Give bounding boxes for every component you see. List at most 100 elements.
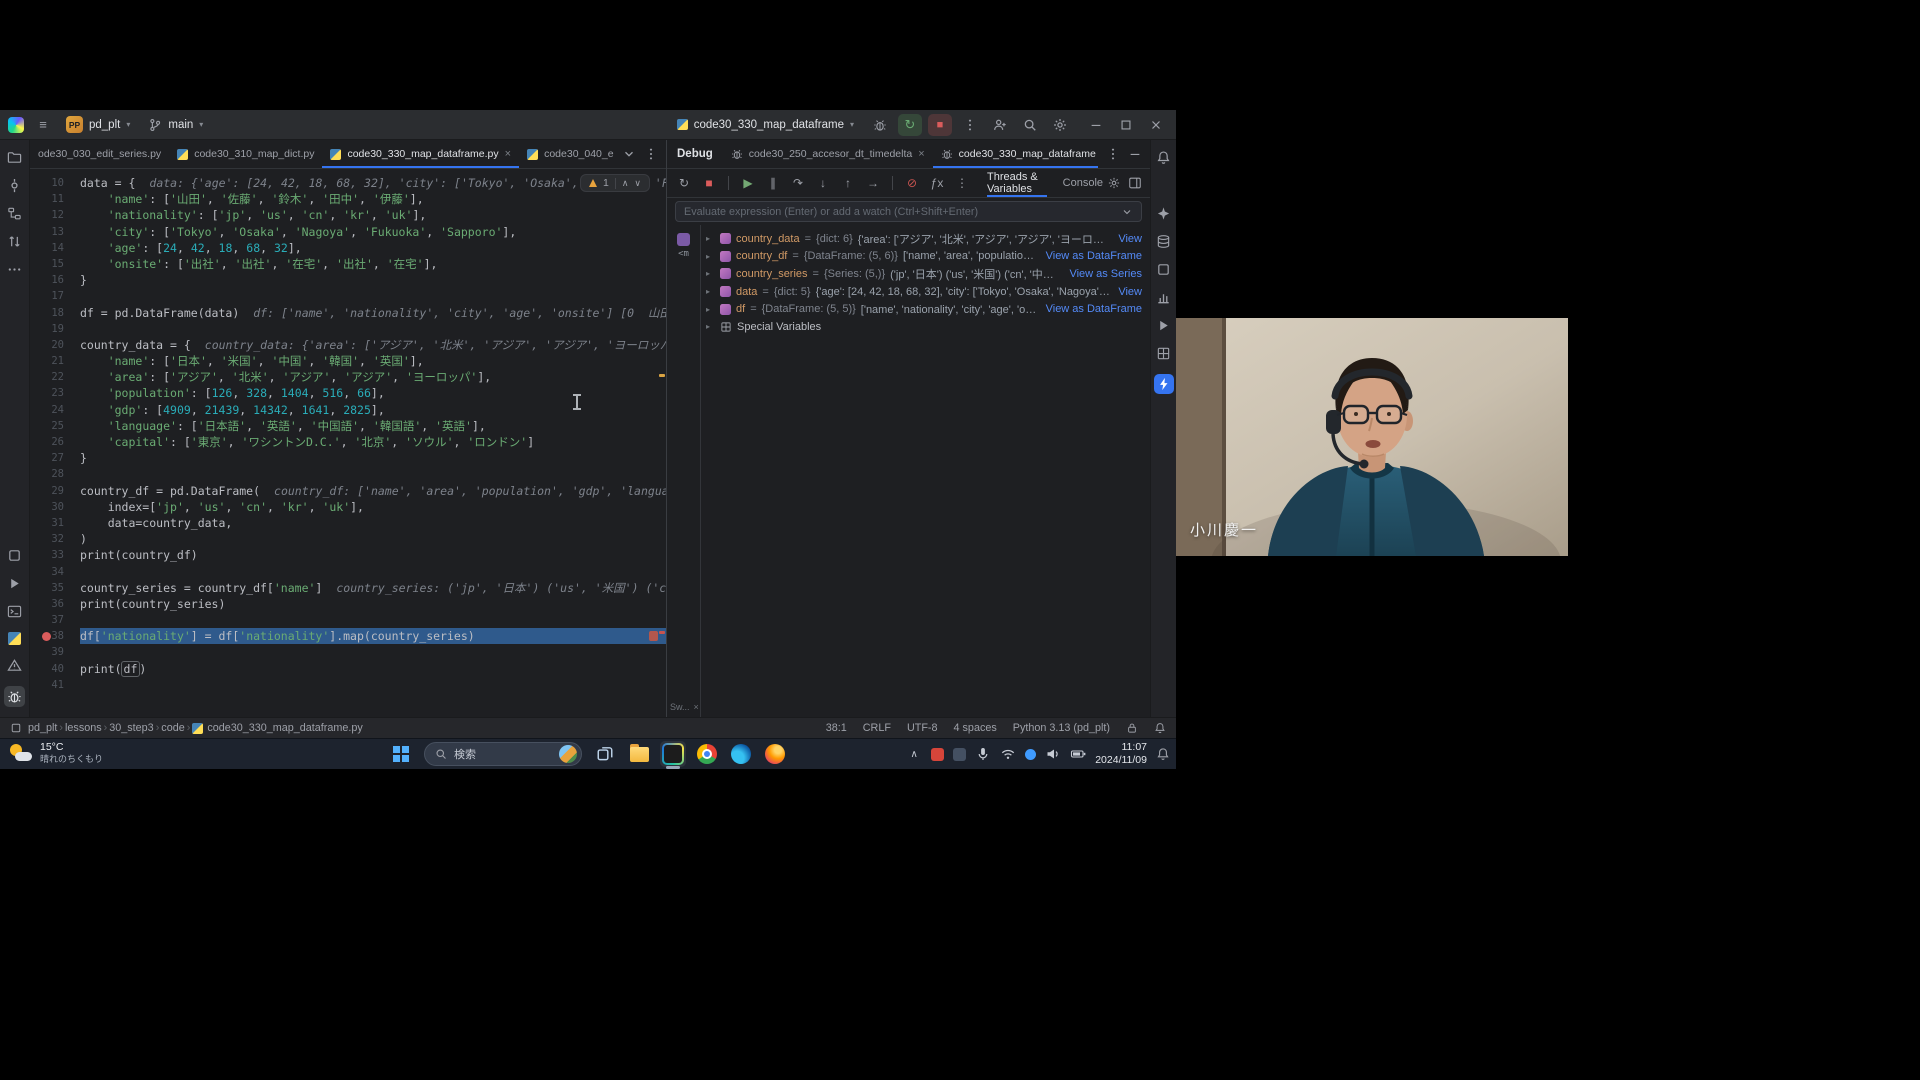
task-view-icon[interactable] bbox=[592, 741, 618, 767]
code-line[interactable]: 39 bbox=[30, 644, 666, 660]
debug-icon[interactable] bbox=[868, 114, 892, 136]
code-line[interactable]: 40print(df) bbox=[30, 661, 666, 677]
line-number[interactable]: 10 bbox=[30, 175, 80, 191]
microphone-icon[interactable] bbox=[975, 746, 991, 762]
status-segment[interactable]: Python 3.13 (pd_plt) bbox=[1013, 722, 1110, 734]
status-segment[interactable]: 4 spaces bbox=[954, 722, 997, 734]
line-number[interactable]: 18 bbox=[30, 305, 80, 321]
breadcrumb-item[interactable]: code30_330_map_dataframe.py bbox=[207, 722, 362, 734]
line-number[interactable]: 37 bbox=[30, 612, 80, 628]
resume-icon[interactable]: ▶ bbox=[739, 174, 757, 192]
editor-tab[interactable]: code30_040_edit_partly.py× bbox=[519, 140, 614, 168]
file-explorer-icon[interactable] bbox=[626, 741, 652, 767]
line-number[interactable]: 21 bbox=[30, 353, 80, 369]
expand-chevron-icon[interactable]: ▸ bbox=[706, 322, 715, 331]
notifications-icon[interactable] bbox=[1156, 150, 1171, 165]
structure-icon[interactable] bbox=[7, 206, 22, 221]
code-line[interactable]: 15 'onsite': ['出社', '出社', '在宅', '出社', '在… bbox=[30, 256, 666, 272]
code-line[interactable]: 33print(country_df) bbox=[30, 547, 666, 563]
breakpoint-dot[interactable] bbox=[42, 632, 51, 641]
battery-icon[interactable] bbox=[1070, 746, 1086, 762]
next-problem-icon[interactable]: ∨ bbox=[634, 178, 641, 189]
services-icon[interactable] bbox=[7, 548, 22, 563]
pycharm-icon[interactable] bbox=[660, 741, 686, 767]
variable-row[interactable]: ▸country_df = {DataFrame: (5, 6)} ['name… bbox=[701, 248, 1150, 266]
editor-tab[interactable]: code30_330_map_dataframe.py× bbox=[322, 140, 519, 168]
chrome-icon[interactable] bbox=[694, 741, 720, 767]
view-link[interactable]: View as DataFrame bbox=[1046, 250, 1142, 262]
code-line[interactable]: 32) bbox=[30, 531, 666, 547]
code-line[interactable]: 34 bbox=[30, 564, 666, 580]
code-line[interactable]: 17 bbox=[30, 288, 666, 304]
close-icon[interactable]: × bbox=[694, 702, 699, 712]
inspection-widget[interactable]: 1 ∧ ∨ bbox=[580, 174, 650, 192]
project-selector[interactable]: PP pd_plt ▾ bbox=[62, 114, 134, 135]
code-line[interactable]: 21 'name': ['日本', '米国', '中国', '韓国', '英国'… bbox=[30, 353, 666, 369]
code-line[interactable]: 16} bbox=[30, 272, 666, 288]
code-line[interactable]: 22 'area': ['アジア', '北米', 'アジア', 'アジア', '… bbox=[30, 369, 666, 385]
view-link[interactable]: View bbox=[1118, 233, 1142, 245]
code-line[interactable]: 10data = {data: {'age': [24, 42, 18, 68,… bbox=[30, 175, 666, 191]
line-number[interactable]: 11 bbox=[30, 191, 80, 207]
code-line[interactable]: 11 'name': ['山田', '佐藤', '鈴木', '田中', '伊藤'… bbox=[30, 191, 666, 207]
main-menu-icon[interactable]: ≡ bbox=[34, 116, 52, 134]
code-line[interactable]: 31 data=country_data, bbox=[30, 515, 666, 531]
frames-strip[interactable]: <m bbox=[667, 225, 701, 717]
line-number[interactable]: 23 bbox=[30, 385, 80, 401]
step-out-icon[interactable]: ↑ bbox=[839, 174, 857, 192]
line-number[interactable]: 16 bbox=[30, 272, 80, 288]
editor-scrollbar[interactable] bbox=[658, 169, 666, 717]
evaluate-expression-icon[interactable]: ƒx bbox=[928, 174, 946, 192]
popup-fragment[interactable]: Sw... × bbox=[670, 702, 699, 712]
tray-app-red-icon[interactable] bbox=[931, 748, 944, 761]
line-number[interactable]: 12 bbox=[30, 207, 80, 223]
code-line[interactable]: 27} bbox=[30, 450, 666, 466]
sciview-icon[interactable] bbox=[1156, 290, 1171, 305]
expand-chevron-icon[interactable]: ▸ bbox=[706, 234, 715, 243]
code-line[interactable]: 35country_series = country_df['name']cou… bbox=[30, 580, 666, 596]
line-number[interactable]: 41 bbox=[30, 677, 80, 693]
code-line[interactable]: 38df['nationality'] = df['nationality'].… bbox=[30, 628, 666, 644]
line-number[interactable]: 30 bbox=[30, 499, 80, 515]
tray-app-blue-icon[interactable] bbox=[1025, 749, 1036, 760]
debug-view-tab[interactable]: Threads & Variables bbox=[987, 169, 1047, 197]
code-line[interactable]: 19 bbox=[30, 321, 666, 337]
project-widget-icon[interactable] bbox=[10, 722, 22, 734]
breadcrumb-item[interactable]: code bbox=[161, 722, 184, 734]
line-number[interactable]: 27 bbox=[30, 450, 80, 466]
hide-panel-icon[interactable] bbox=[1128, 147, 1142, 161]
run-to-cursor-icon[interactable]: → bbox=[864, 174, 882, 192]
terminal-icon[interactable] bbox=[7, 604, 22, 619]
rerun-icon[interactable]: ↻ bbox=[898, 114, 922, 136]
step-over-icon[interactable]: ↷ bbox=[789, 174, 807, 192]
close-tab-icon[interactable]: × bbox=[918, 148, 924, 160]
code-line[interactable]: 14 'age': [24, 42, 18, 68, 32], bbox=[30, 240, 666, 256]
run-config-selector[interactable]: code30_330_map_dataframe ▾ bbox=[673, 117, 858, 133]
code-line[interactable]: 12 'nationality': ['jp', 'us', 'cn', 'kr… bbox=[30, 207, 666, 223]
code-line[interactable]: 24 'gdp': [4909, 21439, 14342, 1641, 282… bbox=[30, 402, 666, 418]
start-button[interactable] bbox=[388, 741, 414, 767]
stop-icon[interactable]: ■ bbox=[700, 174, 718, 192]
line-number[interactable]: 32 bbox=[30, 531, 80, 547]
line-number[interactable]: 36 bbox=[30, 596, 80, 612]
line-number[interactable]: 22 bbox=[30, 369, 80, 385]
code-line[interactable]: 26 'capital': ['東京', 'ワシントンD.C.', '北京', … bbox=[30, 434, 666, 450]
more-icon[interactable]: ⋮ bbox=[953, 174, 971, 192]
taskbar-search[interactable]: 検索 bbox=[424, 742, 582, 766]
branch-selector[interactable]: main ▾ bbox=[144, 116, 207, 134]
line-number[interactable]: 14 bbox=[30, 240, 80, 256]
line-number[interactable]: 19 bbox=[30, 321, 80, 337]
debug-view-tab[interactable]: Console bbox=[1063, 169, 1120, 197]
variable-row[interactable]: ▸data = {dict: 5} {'age': [24, 42, 18, 6… bbox=[701, 283, 1150, 301]
code-line[interactable]: 18df = pd.DataFrame(data)df: ['name', 'n… bbox=[30, 305, 666, 321]
code-line[interactable]: 30 index=['jp', 'us', 'cn', 'kr', 'uk'], bbox=[30, 499, 666, 515]
commit-icon[interactable] bbox=[7, 178, 22, 193]
maximize-icon[interactable] bbox=[1114, 114, 1138, 136]
line-number[interactable]: 29 bbox=[30, 483, 80, 499]
variable-row[interactable]: ▸country_series = {Series: (5,)} ('jp', … bbox=[701, 265, 1150, 283]
code-with-me-icon[interactable] bbox=[988, 114, 1012, 136]
expand-chevron-icon[interactable]: ▸ bbox=[706, 305, 715, 314]
line-number[interactable]: 31 bbox=[30, 515, 80, 531]
line-number[interactable]: 13 bbox=[30, 224, 80, 240]
debug-tab[interactable]: code30_250_accesor_dt_timedelta× bbox=[723, 140, 933, 168]
